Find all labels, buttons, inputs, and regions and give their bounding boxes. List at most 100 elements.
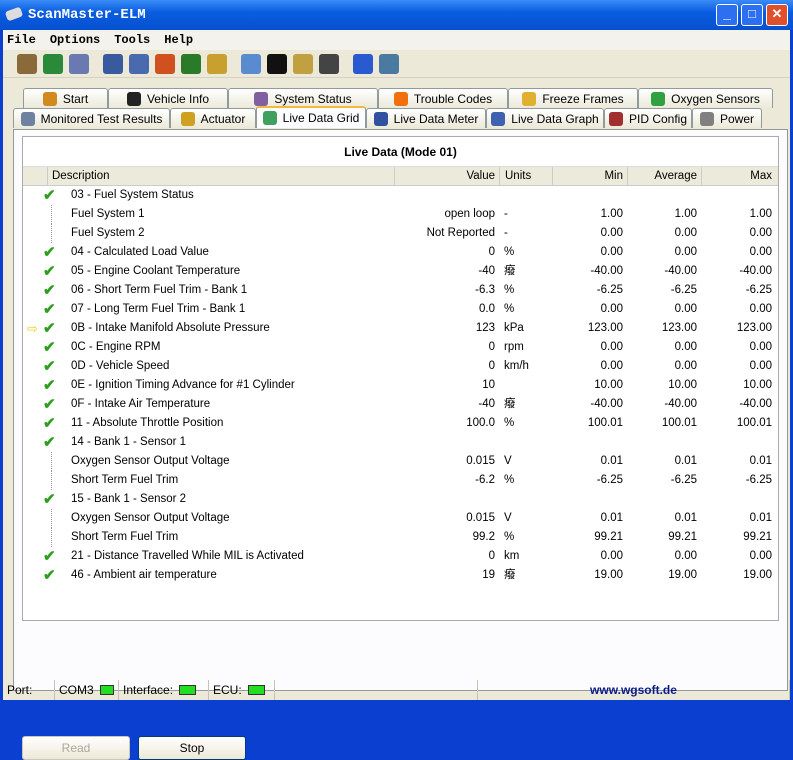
connect-icon[interactable] — [17, 53, 37, 74]
row-average: 0.00 — [674, 246, 697, 258]
chat-icon[interactable] — [241, 53, 261, 74]
globe-icon[interactable] — [43, 53, 63, 74]
row-value: 0 — [488, 550, 495, 562]
battery-icon[interactable] — [293, 53, 313, 74]
main-window: File Options Tools Help Start Vehicle Inf… — [3, 30, 790, 760]
row-min: 10.00 — [594, 379, 623, 391]
tab-oxygen-sensors[interactable]: Oxygen Sensors — [638, 88, 773, 108]
tab-monitored-test-results[interactable]: Monitored Test Results — [13, 108, 170, 128]
grid-icon — [262, 111, 277, 125]
table-row[interactable]: Short Term Fuel Trim 99.2 % 99.21 99.21 … — [23, 528, 778, 547]
terminal-icon[interactable] — [267, 53, 287, 74]
row-description: Oxygen Sensor Output Voltage — [71, 512, 230, 524]
website-link[interactable]: www.wgsoft.de — [478, 680, 790, 700]
ecu-label: ECU: — [213, 683, 242, 697]
window-title: ScanMaster-ELM — [28, 7, 146, 23]
row-value: 123 — [475, 322, 495, 334]
row-description: 03 - Fuel System Status — [71, 189, 194, 201]
graph-icon[interactable] — [129, 53, 149, 74]
grid-header: Description Value Units Min Average Max — [23, 167, 778, 186]
minimize-button[interactable]: _ — [716, 4, 738, 26]
col-value[interactable]: Value — [394, 167, 499, 186]
table-row[interactable]: ✔ 0E - Ignition Timing Advance for #1 Cyl… — [23, 376, 778, 395]
col-average[interactable]: Average — [627, 167, 701, 186]
col-max[interactable]: Max — [701, 167, 776, 186]
interface-led-icon — [179, 685, 197, 695]
row-units: - — [504, 227, 508, 239]
check-icon: ✔ — [43, 320, 56, 337]
row-average: 0.00 — [674, 550, 697, 562]
user-icon[interactable] — [181, 53, 201, 74]
clipboard-icon[interactable] — [207, 53, 227, 74]
tab-power[interactable]: Power — [692, 108, 762, 128]
row-units: km — [504, 550, 520, 562]
col-description[interactable]: Description — [47, 167, 394, 186]
table-row[interactable]: ✔ 46 - Ambient air temperature 19 癈 19.00… — [23, 566, 778, 585]
read-button[interactable]: Read — [22, 736, 130, 760]
row-min: 0.01 — [600, 512, 623, 524]
table-row[interactable]: ✔ ⇨ 0B - Intake Manifold Absolute Pressure… — [23, 319, 778, 338]
menu-bar: File Options Tools Help — [3, 30, 790, 50]
tab-vehicle-info[interactable]: Vehicle Info — [108, 88, 228, 108]
table-row[interactable]: ✔ 05 - Engine Coolant Temperature -40 癈 -… — [23, 262, 778, 281]
gauge-icon[interactable] — [319, 53, 339, 74]
row-max: 0.00 — [749, 341, 772, 353]
table-row[interactable]: ✔ 0C - Engine RPM 0 rpm 0.00 0.00 0.00 — [23, 338, 778, 357]
row-units: V — [504, 512, 512, 524]
row-max: 0.00 — [749, 550, 772, 562]
info-icon[interactable] — [353, 53, 373, 74]
tab-live-data-grid[interactable]: Live Data Grid — [256, 106, 366, 128]
row-min: -6.25 — [596, 474, 623, 486]
close-button[interactable]: ✕ — [766, 4, 788, 26]
table-row[interactable]: ✔ 0D - Vehicle Speed 0 km/h 0.00 0.00 0.0… — [23, 357, 778, 376]
table-row[interactable]: ✔ 15 - Bank 1 - Sensor 2 — [23, 490, 778, 509]
tab-system-status[interactable]: System Status — [228, 88, 378, 108]
color-icon[interactable] — [155, 53, 175, 74]
tab-live-data-meter[interactable]: Live Data Meter — [366, 108, 486, 128]
menu-options[interactable]: Options — [50, 33, 100, 47]
stop-button[interactable]: Stop — [138, 736, 246, 760]
table-row[interactable]: Oxygen Sensor Output Voltage 0.015 V 0.0… — [23, 509, 778, 528]
row-min: 0.00 — [600, 303, 623, 315]
row-min: 0.00 — [600, 341, 623, 353]
row-average: 19.00 — [668, 569, 697, 581]
row-min: -40.00 — [590, 398, 623, 410]
tree-line — [51, 509, 61, 528]
table-row[interactable]: ✔ 0F - Intake Air Temperature -40 癈 -40.0… — [23, 395, 778, 414]
grid-icon[interactable] — [103, 53, 123, 74]
tab-actuator[interactable]: Actuator — [170, 108, 256, 128]
exit-icon[interactable] — [379, 53, 399, 74]
row-average: 0.00 — [674, 341, 697, 353]
table-row[interactable]: Fuel System 2 Not Reported - 0.00 0.00 0… — [23, 224, 778, 243]
col-min[interactable]: Min — [552, 167, 627, 186]
row-value: 0.0 — [479, 303, 495, 315]
tab-trouble-codes[interactable]: Trouble Codes — [378, 88, 508, 108]
menu-tools[interactable]: Tools — [114, 33, 150, 47]
table-row[interactable]: ✔ 06 - Short Term Fuel Trim - Bank 1 -6.3… — [23, 281, 778, 300]
table-row[interactable]: ✔ 21 - Distance Travelled While MIL is Ac… — [23, 547, 778, 566]
table-row[interactable]: ✔ 07 - Long Term Fuel Trim - Bank 1 0.0 %… — [23, 300, 778, 319]
tab-live-data-graph[interactable]: Live Data Graph — [486, 108, 604, 128]
row-value: 0 — [488, 246, 495, 258]
col-units[interactable]: Units — [499, 167, 552, 186]
tab-pid-config[interactable]: PID Config — [604, 108, 692, 128]
menu-file[interactable]: File — [7, 33, 36, 47]
table-row[interactable]: ✔ 04 - Calculated Load Value 0 % 0.00 0.0… — [23, 243, 778, 262]
table-row[interactable]: ✔ 11 - Absolute Throttle Position 100.0 %… — [23, 414, 778, 433]
table-row[interactable]: Oxygen Sensor Output Voltage 0.015 V 0.0… — [23, 452, 778, 471]
tab-freeze-frames[interactable]: Freeze Frames — [508, 88, 638, 108]
tree-line — [51, 452, 61, 471]
row-average: 123.00 — [661, 322, 697, 334]
live-data-grid[interactable]: Live Data (Mode 01) Description Value Un… — [22, 136, 779, 621]
maximize-button[interactable]: □ — [741, 4, 763, 26]
row-max: 1.00 — [749, 208, 772, 220]
table-row[interactable]: ✔ 14 - Bank 1 - Sensor 1 — [23, 433, 778, 452]
menu-help[interactable]: Help — [164, 33, 193, 47]
table-row[interactable]: ✔ 03 - Fuel System Status — [23, 186, 778, 205]
table-row[interactable]: Fuel System 1 open loop - 1.00 1.00 1.00 — [23, 205, 778, 224]
tab-start[interactable]: Start — [23, 88, 108, 108]
table-row[interactable]: Short Term Fuel Trim -6.2 % -6.25 -6.25 … — [23, 471, 778, 490]
row-max: 0.00 — [749, 303, 772, 315]
report-icon[interactable] — [69, 53, 89, 74]
check-icon: ✔ — [43, 491, 56, 508]
